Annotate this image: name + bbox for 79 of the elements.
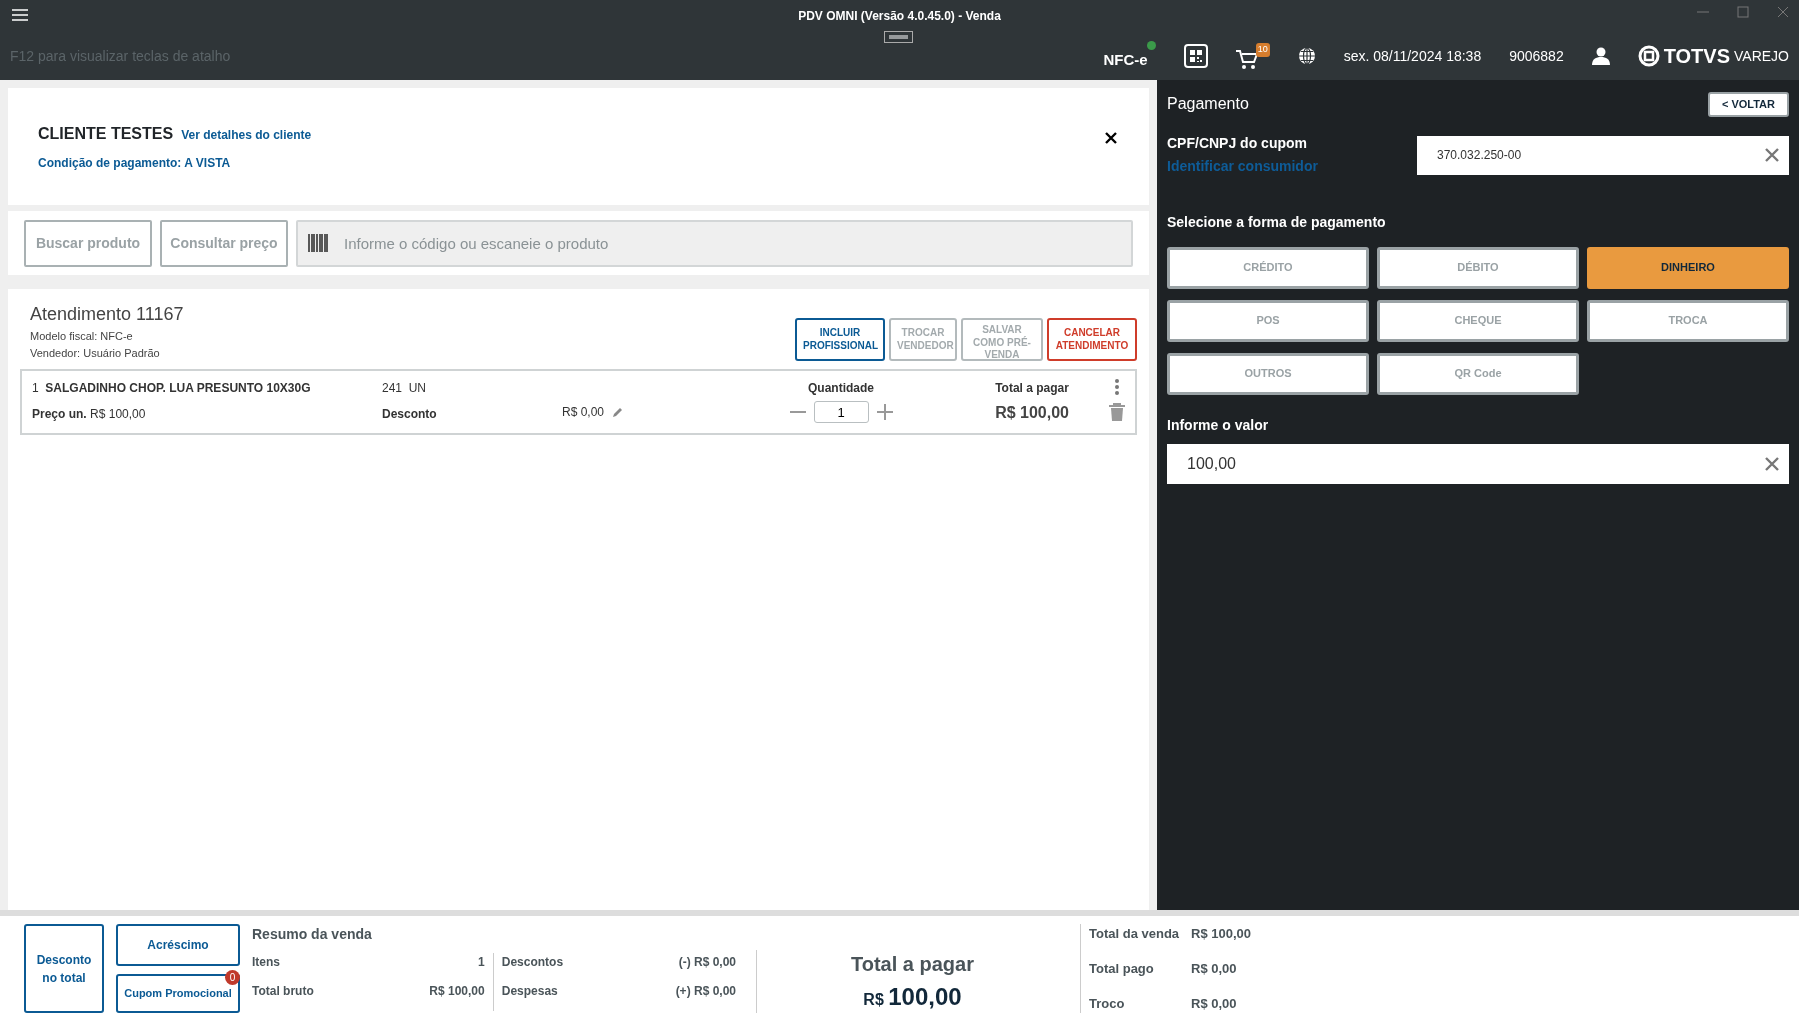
payment-method-button[interactable]: DINHEIRO [1587, 246, 1789, 289]
drag-handle-icon[interactable] [884, 31, 913, 43]
payment-method-label: Selecione a forma de pagamento [1167, 212, 1387, 232]
totals-label: Troco [1089, 994, 1126, 1013]
summary-value: (-) R$ 0,00 [678, 954, 736, 971]
totals-label: Total pago [1089, 959, 1155, 978]
payment-condition: Condição de pagamento: A VISTA [38, 154, 232, 172]
quantity-field[interactable]: 1 [813, 401, 869, 423]
discount-label: Desconto [382, 406, 438, 423]
barcode-search-field[interactable]: Informe o código ou escaneie o produto [296, 219, 1133, 267]
terminal-number: 9006882 [1509, 46, 1564, 66]
cpf-label: CPF/CNPJ do cupom [1167, 133, 1308, 153]
item-name: SALGADINHO CHOP. LUA PRESUNTO 10X30G [45, 381, 311, 395]
summary-label: Total bruto [252, 983, 314, 1000]
brand-subtitle: VAREJO [1734, 46, 1789, 66]
payment-method-button[interactable]: TROCA [1587, 299, 1789, 342]
payment-method-button[interactable]: POS [1167, 299, 1369, 342]
amount-label: Informe o valor [1167, 415, 1270, 435]
payment-method-button[interactable]: OUTROS [1167, 352, 1369, 395]
summary-value: (+) R$ 0,00 [675, 983, 736, 1000]
payment-method-button[interactable]: CHEQUE [1377, 299, 1579, 342]
globe-icon[interactable] [1297, 47, 1316, 65]
payment-method-button[interactable]: CRÉDITO [1167, 246, 1369, 289]
user-icon[interactable] [1591, 47, 1610, 65]
quantity-label: Quantidade [807, 380, 875, 397]
item-total: R$ 100,00 [995, 403, 1069, 423]
currency-symbol: R$ [863, 990, 884, 1008]
unit-price: R$ 100,00 [90, 407, 146, 421]
summary-value: R$ 100,00 [429, 983, 485, 1000]
window-title: PDV OMNI (Versão 4.0.45.0) - Venda [798, 8, 1001, 25]
sale-title: Atendimento 11167 [30, 303, 184, 326]
pencil-icon[interactable] [612, 406, 625, 418]
payment-method-button[interactable]: QR Code [1377, 352, 1579, 395]
close-icon[interactable] [1105, 132, 1117, 144]
summary-label: Itens [252, 954, 280, 971]
back-button[interactable]: < VOLTAR [1707, 92, 1789, 117]
product-action-button[interactable]: Buscar produto [24, 219, 152, 267]
fiscal-status[interactable]: NFC-e [1103, 40, 1156, 72]
fiscal-model: Modelo fiscal: NFC-e [30, 329, 134, 344]
total-label: Total a pagar [995, 380, 1069, 397]
discount-value: R$ 0,00 [562, 404, 605, 421]
brand-name: TOTVS [1663, 44, 1730, 69]
sale-item-row[interactable]: 1 SALGADINHO CHOP. LUA PRESUNTO 10X30G Preço un. R$ 100,00 241 UN Desconto R$ 0,00 Quantidade 1 Total a pagar R$ 100,00 [20, 369, 1137, 435]
cpf-field[interactable]: 370.032.250-00 [1417, 135, 1789, 175]
surcharge-button[interactable]: Acréscimo [116, 924, 240, 967]
payment-method-button[interactable]: DÉBITO [1377, 246, 1579, 289]
qr-code-icon[interactable] [1183, 44, 1208, 68]
product-action-button[interactable]: Consultar preço [160, 219, 288, 267]
maximize-icon[interactable] [1737, 6, 1749, 18]
clear-icon[interactable] [1765, 148, 1779, 162]
plus-icon[interactable] [876, 404, 893, 420]
brand-logo-icon [1637, 45, 1660, 67]
unit: UN [408, 381, 427, 395]
summary-value: 1 [478, 954, 485, 971]
customer-name: CLIENTE TESTES [38, 123, 174, 144]
totals-label: Total da venda [1089, 925, 1181, 943]
date-time: sex. 08/11/2024 18:38 [1343, 46, 1482, 66]
totals-value: R$ 0,00 [1191, 959, 1237, 978]
menu-icon[interactable] [12, 9, 28, 21]
discount-total-button[interactable]: Desconto no total [24, 924, 104, 1013]
totals-value: R$ 0,00 [1191, 994, 1237, 1013]
more-options-icon[interactable] [1114, 379, 1120, 395]
sale-action-button[interactable]: CANCELAR ATENDIMENTO [1047, 318, 1137, 361]
totals-value: R$ 100,00 [1191, 925, 1251, 943]
amount-field[interactable]: 100,00 [1167, 443, 1789, 484]
price-label: Preço un. [32, 407, 87, 421]
stock-quantity: 241 [382, 381, 403, 395]
total-to-pay-amount: 100,00 [888, 982, 962, 1010]
total-to-pay-label: Total a pagar [851, 951, 974, 977]
trash-icon[interactable] [1109, 403, 1125, 421]
summary-label: Descontos [501, 954, 564, 971]
summary-label: Despesas [501, 983, 558, 1000]
summary-title: Resumo da venda [252, 925, 373, 944]
clear-icon[interactable] [1765, 456, 1779, 471]
item-number: 1 [32, 381, 39, 395]
seller-name: Vendedor: Usuário Padrão [30, 345, 161, 361]
customer-details-link[interactable]: Ver detalhes do cliente [181, 125, 312, 144]
panel-title: Pagamento [1167, 94, 1249, 115]
sale-action-button[interactable]: INCLUIR PROFISSIONAL [795, 318, 885, 361]
